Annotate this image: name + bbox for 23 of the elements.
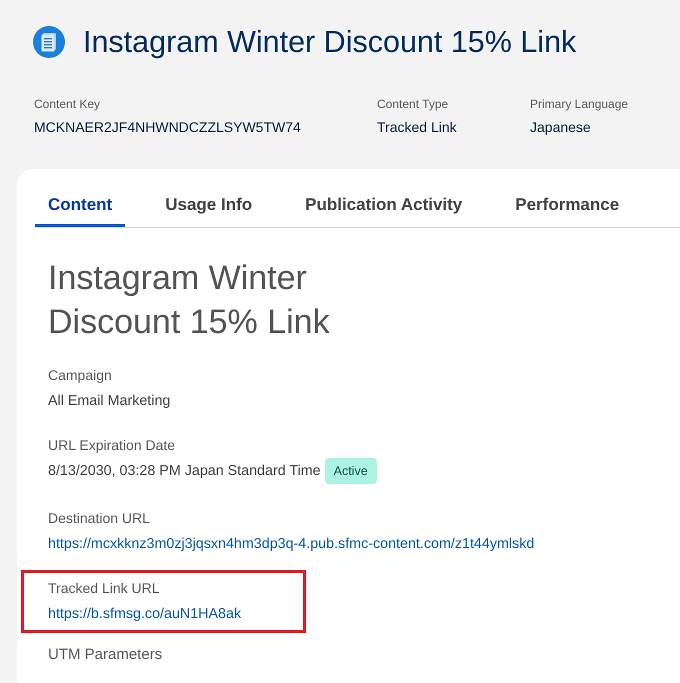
summary-value: MCKNAER2JF4NHWNDCZZLSYW5TW74 bbox=[34, 118, 302, 137]
tab[interactable]: Performance bbox=[502, 183, 632, 227]
summary-label: Content Key bbox=[34, 96, 102, 112]
tab[interactable]: Content bbox=[35, 183, 126, 227]
url-link[interactable]: https://mcxkknz3m0zj3jqsxn4hm3dp3q-4.pub.sfmc-content.com/z1t44ymlskd bbox=[48, 534, 534, 554]
field-value: 8/13/2030, 03:28 PM Japan Standard Time bbox=[48, 462, 321, 481]
field-label: Destination URL bbox=[48, 509, 150, 528]
url-link[interactable]: https://b.sfmsg.co/auN1HA8ak bbox=[48, 604, 242, 624]
summary-label: Content Type bbox=[377, 96, 450, 112]
field-value: All Email Marketing bbox=[48, 392, 170, 411]
page-title: Instagram Winter Discount 15% Link bbox=[83, 24, 576, 60]
status-badge: Active bbox=[324, 458, 377, 484]
section-label: UTM Parameters bbox=[48, 645, 162, 665]
field-label: Campaign bbox=[48, 366, 112, 385]
field-label: URL Expiration Date bbox=[48, 436, 176, 455]
summary-label: Primary Language bbox=[530, 96, 630, 112]
summary-value: Japanese bbox=[530, 118, 592, 137]
tab[interactable]: Publication Activity bbox=[292, 183, 476, 227]
field-label: Tracked Link URL bbox=[48, 579, 160, 598]
content-heading: Instagram Winter Discount 15% Link bbox=[48, 258, 331, 343]
summary-value: Tracked Link bbox=[377, 118, 458, 137]
tab[interactable]: Usage Info bbox=[152, 183, 266, 227]
document-icon bbox=[33, 26, 65, 58]
